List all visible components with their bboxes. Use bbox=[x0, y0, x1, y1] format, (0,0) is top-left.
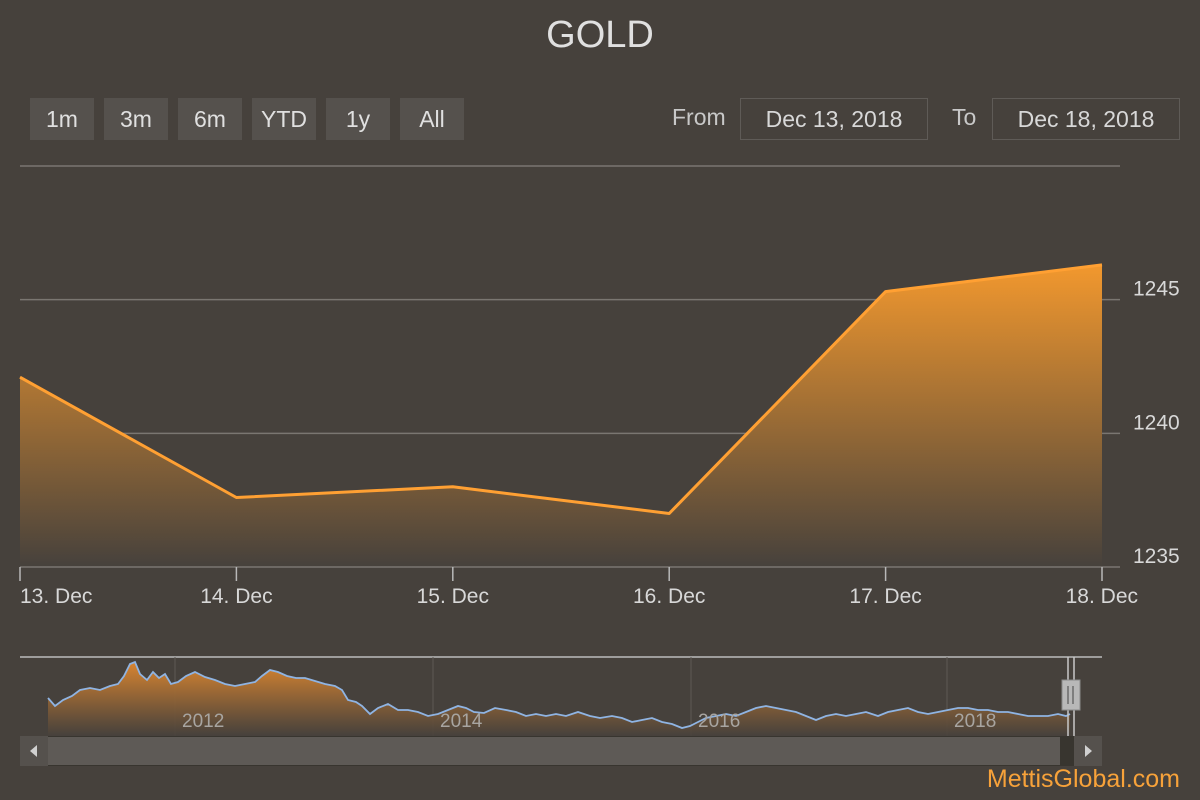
watermark: MettisGlobal.com bbox=[986, 765, 1180, 793]
x-tick-label: 18. Dec bbox=[1066, 585, 1138, 608]
scrollbar-thumb[interactable] bbox=[48, 737, 1060, 765]
navigator-year-label: 2018 bbox=[954, 711, 996, 732]
x-tick-label: 17. Dec bbox=[849, 585, 921, 608]
scroll-left-button[interactable] bbox=[20, 736, 48, 766]
series-area bbox=[20, 264, 1102, 567]
x-tick-label: 15. Dec bbox=[417, 585, 489, 608]
x-tick-label: 16. Dec bbox=[633, 585, 705, 608]
y-tick-label: 1240 bbox=[1133, 411, 1180, 434]
navigator-year-label: 2014 bbox=[440, 711, 483, 732]
scroll-right-button[interactable] bbox=[1074, 736, 1102, 766]
y-tick-label: 1235 bbox=[1133, 545, 1180, 568]
navigator-handle[interactable] bbox=[1061, 679, 1081, 711]
x-axis: 13. Dec 14. Dec 15. Dec 16. Dec 17. Dec 18. D… bbox=[19, 567, 1138, 608]
y-tick-label: 1245 bbox=[1133, 278, 1180, 301]
x-tick-label: 14. Dec bbox=[200, 585, 272, 608]
chart-canvas: 1235 1240 1245 13. Dec 14. Dec 15. Dec 16. De… bbox=[19, 165, 1180, 766]
y-axis: 1235 1240 1245 bbox=[1133, 278, 1180, 568]
navigator-year-label: 2012 bbox=[182, 711, 224, 732]
x-tick-label: 13. Dec bbox=[20, 585, 92, 608]
navigator-year-label: 2016 bbox=[698, 711, 740, 732]
